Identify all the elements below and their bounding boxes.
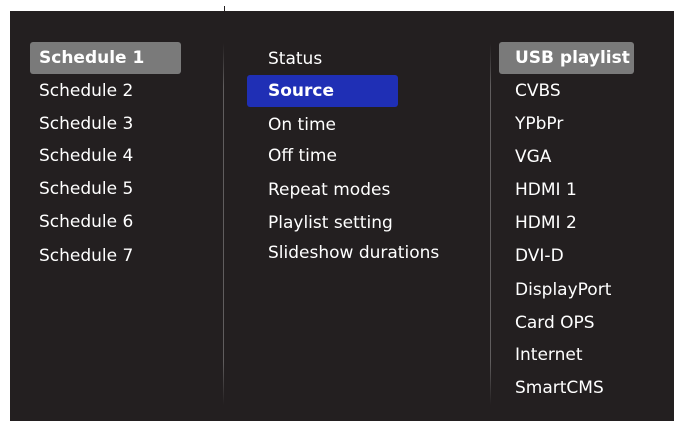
setting-item-playlist-setting[interactable]: Playlist setting <box>247 207 457 239</box>
source-item-smartcms[interactable]: SmartCMS <box>499 372 659 404</box>
setting-item-label: Source <box>268 81 335 101</box>
source-item-hdmi-1[interactable]: HDMI 1 <box>499 174 659 206</box>
schedule-item-3[interactable]: Schedule 3 <box>30 108 181 140</box>
setting-item-on-time[interactable]: On time <box>247 109 457 141</box>
source-item-displayport[interactable]: DisplayPort <box>499 274 659 306</box>
setting-item-slideshow-durations[interactable]: Slideshow durations <box>247 237 467 269</box>
source-item-card-ops[interactable]: Card OPS <box>499 307 659 339</box>
column-divider <box>490 43 491 405</box>
schedule-item-label: Schedule 6 <box>39 212 134 232</box>
osd-menu-panel: Schedule 1 Schedule 2 Schedule 3 Schedul… <box>10 11 674 421</box>
source-item-label: YPbPr <box>515 114 564 134</box>
schedule-item-5[interactable]: Schedule 5 <box>30 173 181 205</box>
schedule-item-label: Schedule 3 <box>39 114 134 134</box>
source-item-usb-playlist[interactable]: USB playlist <box>499 42 634 74</box>
source-item-label: SmartCMS <box>515 378 604 398</box>
schedule-item-label: Schedule 4 <box>39 146 134 166</box>
source-item-label: HDMI 1 <box>515 180 577 200</box>
schedule-item-1[interactable]: Schedule 1 <box>30 42 181 74</box>
source-item-cvbs[interactable]: CVBS <box>499 75 659 107</box>
setting-item-label: Off time <box>268 146 337 166</box>
source-item-internet[interactable]: Internet <box>499 339 659 371</box>
setting-item-label: On time <box>268 115 336 135</box>
setting-item-label: Slideshow durations <box>268 243 440 263</box>
source-item-dvi-d[interactable]: DVI-D <box>499 240 659 272</box>
schedule-item-2[interactable]: Schedule 2 <box>30 75 181 107</box>
schedule-item-6[interactable]: Schedule 6 <box>30 206 181 238</box>
source-item-hdmi-2[interactable]: HDMI 2 <box>499 207 659 239</box>
source-item-ypbpr[interactable]: YPbPr <box>499 108 659 140</box>
setting-item-repeat-modes[interactable]: Repeat modes <box>247 174 457 206</box>
source-item-label: USB playlist <box>515 48 630 68</box>
setting-item-label: Playlist setting <box>268 213 393 233</box>
setting-item-off-time[interactable]: Off time <box>247 140 457 172</box>
schedule-item-label: Schedule 7 <box>39 246 134 266</box>
source-item-label: DisplayPort <box>515 280 612 300</box>
schedule-item-label: Schedule 1 <box>39 48 145 68</box>
schedule-item-label: Schedule 2 <box>39 81 134 101</box>
column-divider <box>223 43 224 405</box>
source-item-label: DVI-D <box>515 246 564 266</box>
setting-item-source[interactable]: Source <box>247 75 398 107</box>
source-item-label: VGA <box>515 147 552 167</box>
source-item-label: Internet <box>515 345 583 365</box>
setting-item-label: Repeat modes <box>268 180 391 200</box>
setting-item-status[interactable]: Status <box>247 43 457 75</box>
source-item-label: CVBS <box>515 81 561 101</box>
source-item-vga[interactable]: VGA <box>499 141 659 173</box>
schedule-item-7[interactable]: Schedule 7 <box>30 240 181 272</box>
source-item-label: Card OPS <box>515 313 595 333</box>
schedule-item-label: Schedule 5 <box>39 179 134 199</box>
source-item-label: HDMI 2 <box>515 213 577 233</box>
schedule-item-4[interactable]: Schedule 4 <box>30 140 181 172</box>
setting-item-label: Status <box>268 49 323 69</box>
